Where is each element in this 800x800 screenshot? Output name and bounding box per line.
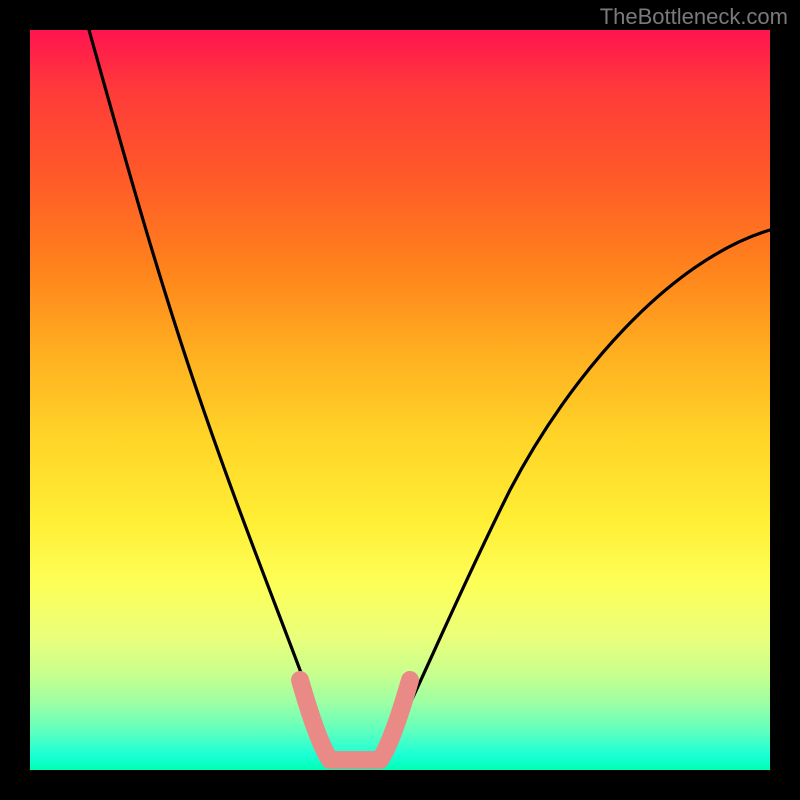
chart-svg (30, 30, 770, 770)
bottleneck-curve (89, 30, 770, 765)
chart-plot-area (30, 30, 770, 770)
optimal-range-marker (300, 680, 410, 760)
watermark-text: TheBottleneck.com (600, 4, 788, 30)
